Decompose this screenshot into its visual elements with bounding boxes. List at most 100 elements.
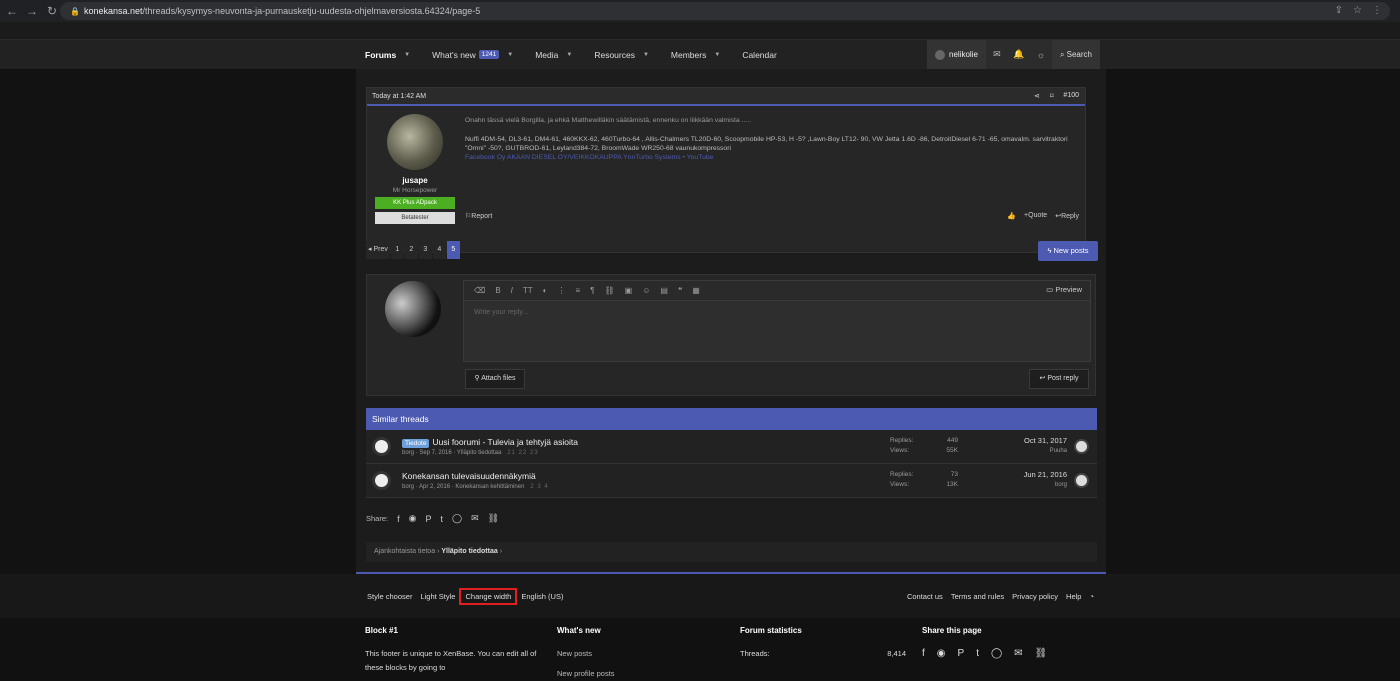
post-time[interactable]: Today at 1:42 AM (372, 93, 426, 100)
help-link[interactable]: Help (1066, 592, 1081, 601)
thread-title[interactable]: Konekansan tulevaisuudennäkymiä (402, 471, 536, 481)
bell-icon[interactable]: 🔔 (1008, 49, 1030, 60)
thread-title[interactable]: Tiedote Uusi foorumi - Tulevia ja tehtyjä… (402, 437, 578, 448)
nav-calendar[interactable]: Calendar (742, 50, 777, 60)
style-chooser-link[interactable]: Style chooser (367, 592, 412, 601)
nav-media[interactable]: Media ▼ (535, 50, 572, 60)
post-number[interactable]: #100 (1063, 92, 1079, 100)
footer-new-profile-posts-link[interactable]: New profile posts (557, 667, 615, 681)
address-bar[interactable]: 🔒 konekansa.net/threads/kysymys-neuvonta… (60, 2, 1390, 20)
smiley-icon[interactable]: ☺ (642, 286, 650, 295)
last-post-date[interactable]: Oct 31, 2017 (1024, 436, 1067, 445)
thread-pages[interactable]: 2 3 4 (530, 484, 548, 490)
link-icon[interactable]: ⛓ (604, 286, 614, 295)
chevron-down-icon[interactable]: ▼ (643, 52, 649, 58)
page-link[interactable]: 1 (390, 241, 404, 259)
nav-resources[interactable]: Resources ▼ (594, 50, 649, 60)
breadcrumb-item[interactable]: Ajankohtaista tietoa (374, 548, 435, 555)
facebook-icon[interactable]: f (922, 647, 925, 661)
avatar[interactable] (1074, 439, 1089, 454)
last-post-user[interactable]: borg (1055, 482, 1067, 488)
attach-files-button[interactable]: ⚲ Attach files (465, 369, 525, 389)
light-style-link[interactable]: Light Style (420, 592, 455, 601)
pinterest-icon[interactable]: P (425, 514, 431, 524)
share-icon[interactable]: ⇪ (1335, 5, 1343, 16)
contact-link[interactable]: Contact us (907, 592, 943, 601)
breadcrumb-item[interactable]: Ylläpito tiedottaa (441, 548, 497, 555)
share-icon[interactable]: ⋖ (1034, 92, 1040, 100)
tumblr-icon[interactable]: t (441, 514, 444, 524)
email-icon[interactable]: ✉ (1014, 647, 1022, 661)
footer-new-posts-link[interactable]: New posts (557, 647, 615, 661)
post-reply-button[interactable]: ↩ Post reply (1029, 369, 1089, 389)
page-link[interactable]: 4 (432, 241, 446, 259)
search-button[interactable]: ⌕ Search (1051, 40, 1100, 69)
bulb-icon[interactable]: ☼ (1030, 50, 1052, 60)
page-link[interactable]: 3 (418, 241, 432, 259)
whatsapp-icon[interactable]: ◯ (452, 513, 462, 524)
last-post-user[interactable]: Puuha (1050, 448, 1067, 454)
quote-icon[interactable]: ❝ (678, 286, 682, 295)
page-link[interactable]: 2 (404, 241, 418, 259)
prev-page-link[interactable]: ◂ Prev (366, 241, 390, 259)
whatsapp-icon[interactable]: ◯ (991, 647, 1002, 661)
post-username[interactable]: jusape (371, 176, 459, 185)
reply-button[interactable]: ↩Reply (1055, 212, 1079, 220)
privacy-link[interactable]: Privacy policy (1012, 592, 1058, 601)
current-page[interactable]: 5 (446, 241, 460, 259)
chevron-down-icon[interactable]: ▼ (404, 52, 410, 58)
italic-icon[interactable]: I (511, 286, 513, 295)
reload-icon[interactable]: ↻ (44, 4, 60, 18)
reddit-icon[interactable]: ◉ (409, 513, 417, 524)
language-link[interactable]: English (US) (521, 592, 563, 601)
envelope-icon[interactable]: ✉ (986, 49, 1008, 60)
preview-button[interactable]: ▭ Preview (1046, 285, 1082, 294)
new-posts-button[interactable]: ϟ New posts (1038, 241, 1098, 261)
facebook-icon[interactable]: f (397, 514, 400, 524)
account-menu[interactable]: nelikolie (927, 40, 986, 69)
media-icon[interactable]: ▤ (660, 286, 668, 295)
avatar[interactable] (372, 437, 391, 456)
forward-icon[interactable]: → (24, 4, 40, 18)
align-icon[interactable]: ≡ (576, 286, 581, 295)
bold-icon[interactable]: B (495, 286, 500, 295)
link-icon[interactable]: ⛓ (488, 513, 499, 524)
bookmark-star-icon[interactable]: ☆ (1353, 5, 1362, 16)
eraser-icon[interactable]: ⌫ (474, 286, 485, 295)
nav-members[interactable]: Members ▼ (671, 50, 720, 60)
back-icon[interactable]: ← (4, 4, 20, 18)
rss-icon[interactable]: ◔ (1089, 592, 1094, 601)
link-icon[interactable]: ⛓ (1035, 647, 1048, 661)
email-icon[interactable]: ✉ (471, 513, 479, 524)
footer-block: Block #1 This footer is unique to XenBas… (365, 626, 545, 675)
like-icon[interactable]: 👍 (1007, 212, 1016, 220)
terms-link[interactable]: Terms and rules (951, 592, 1004, 601)
footer-block-title: Block #1 (365, 626, 398, 635)
last-post-date[interactable]: Jun 21, 2016 (1024, 470, 1067, 479)
more-icon[interactable]: ⋮ (558, 286, 566, 295)
pinterest-icon[interactable]: P (958, 647, 965, 661)
reddit-icon[interactable]: ◉ (937, 647, 946, 661)
bookmark-icon[interactable]: ⌑ (1050, 92, 1054, 100)
report-link[interactable]: ⚐Report (465, 213, 492, 220)
tumblr-icon[interactable]: t (976, 647, 979, 661)
avatar[interactable] (372, 471, 391, 490)
chevron-down-icon[interactable]: ▼ (566, 52, 572, 58)
signature-links[interactable]: Facebook Oy AKAAN DIESEL OY/VEIKKOKAUPPA… (465, 153, 1075, 162)
nav-whats-new[interactable]: What's new 1241 ▼ (432, 50, 513, 60)
quote-button[interactable]: +Quote (1024, 212, 1047, 220)
thread-pages[interactable]: 21 22 23 (507, 450, 538, 456)
nav-forums[interactable]: Forums ▼ (365, 50, 410, 60)
paragraph-icon[interactable]: ¶ (590, 286, 594, 295)
palette-icon[interactable]: ◐ (543, 286, 548, 295)
reply-textarea[interactable]: Write your reply... (464, 301, 1090, 324)
avatar[interactable] (1074, 473, 1089, 488)
chevron-down-icon[interactable]: ▼ (714, 52, 720, 58)
change-width-link[interactable]: Change width (459, 588, 518, 605)
image-icon[interactable]: ▣ (625, 286, 633, 295)
chevron-down-icon[interactable]: ▼ (507, 52, 513, 58)
table-icon[interactable]: ▦ (692, 286, 700, 295)
text-size-icon[interactable]: TT (523, 286, 533, 295)
avatar[interactable] (387, 114, 443, 170)
more-icon[interactable]: ⋮ (1372, 5, 1382, 16)
